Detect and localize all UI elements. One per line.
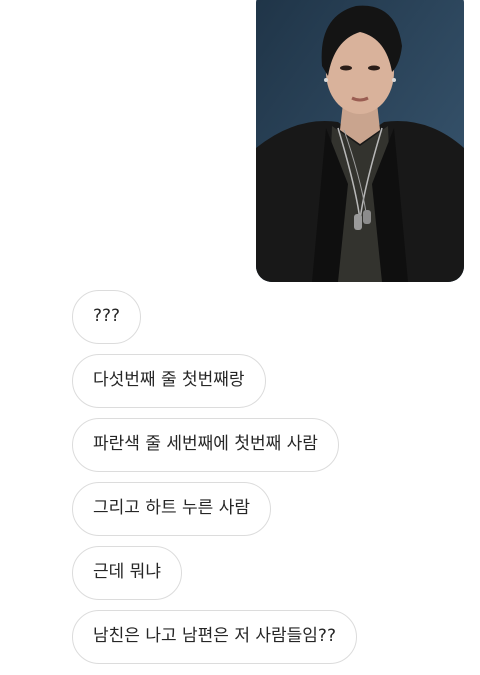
message-bubble[interactable]: 남친은 나고 남편은 저 사람들임??: [72, 610, 357, 664]
chat-thread: ??? 다섯번째 줄 첫번째랑 파란색 줄 세번째에 첫번째 사람 그리고 하트…: [0, 0, 480, 675]
message-bubble[interactable]: ???: [72, 290, 142, 344]
message-text: 파란색 줄 세번째에 첫번째 사람: [93, 434, 318, 454]
message-bubble[interactable]: 다섯번째 줄 첫번째랑: [72, 354, 266, 408]
message-bubble[interactable]: 파란색 줄 세번째에 첫번째 사람: [72, 418, 339, 472]
message-text: 남친은 나고 남편은 저 사람들임??: [93, 626, 336, 646]
message-text: 다섯번째 줄 첫번째랑: [93, 370, 245, 390]
message-bubble[interactable]: 근데 뭐냐: [72, 546, 182, 600]
photo-message[interactable]: [256, 0, 464, 282]
message-text: 근데 뭐냐: [93, 562, 161, 582]
message-text: 그리고 하트 누른 사람: [93, 498, 250, 518]
message-bubble[interactable]: 그리고 하트 누른 사람: [72, 482, 271, 536]
message-text: ???: [93, 306, 121, 326]
person-photo-icon: [256, 0, 464, 282]
